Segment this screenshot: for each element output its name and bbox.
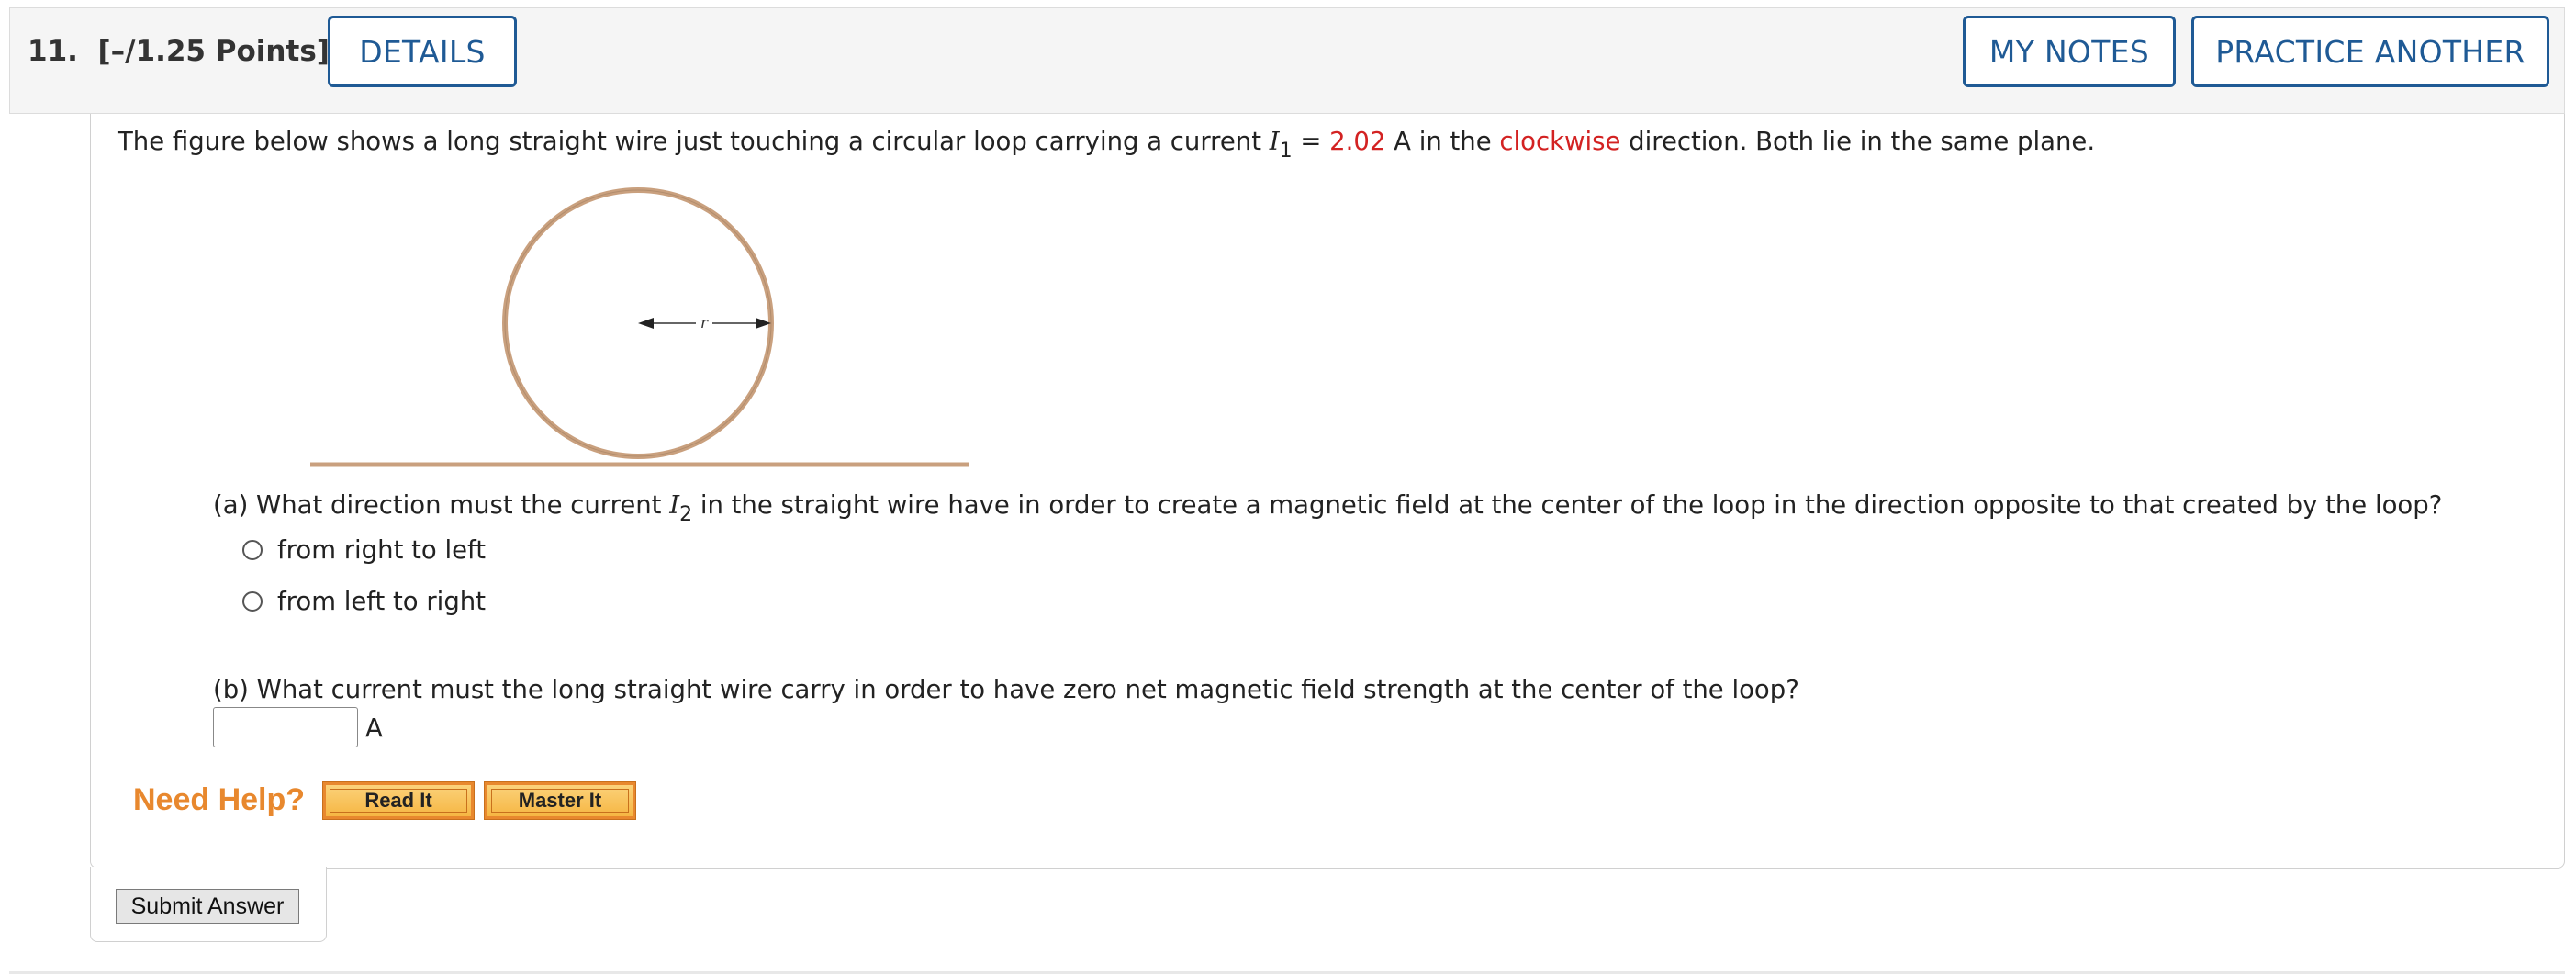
question-number: 11. [28, 35, 78, 68]
divider [9, 971, 2565, 974]
intro-equals: = [1292, 127, 1330, 156]
loop-wire-figure: r [310, 187, 969, 467]
practice-another-button[interactable]: PRACTICE ANOTHER [2191, 16, 2549, 87]
part-a-question: (a) What direction must the current I2 i… [213, 490, 2443, 526]
radius-label: r [700, 314, 709, 332]
option-label: from right to left [277, 535, 486, 565]
current-2-subscript: 2 [679, 503, 693, 526]
need-help-label: Need Help? [133, 782, 306, 817]
current-answer-input[interactable] [213, 707, 358, 747]
read-it-button[interactable]: Read It [322, 781, 475, 820]
current-value: 2.02 [1329, 127, 1386, 156]
my-notes-button[interactable]: MY NOTES [1963, 16, 2176, 87]
part-b-question: (b) What current must the long straight … [213, 675, 1799, 704]
details-button[interactable]: DETAILS [328, 16, 517, 87]
current-direction: clockwise [1499, 127, 1621, 156]
part-a-suffix: in the straight wire have in order to cr… [692, 490, 2443, 520]
intro-text-2: A in the [1385, 127, 1500, 156]
option-left-to-right[interactable]: from left to right [242, 587, 486, 616]
current-subscript: 1 [1279, 140, 1293, 163]
radius-arrow: r [638, 314, 771, 332]
option-right-to-left[interactable]: from right to left [242, 535, 486, 565]
intro-text-3: direction. Both lie in the same plane. [1620, 127, 2096, 156]
submit-answer-button[interactable]: Submit Answer [116, 889, 299, 924]
question-title: 11. [–/1.25 Points] [28, 35, 330, 68]
current-variable: I [1269, 127, 1280, 156]
answer-unit: A [365, 713, 383, 743]
question-intro: The figure below shows a long straight w… [118, 127, 2096, 163]
current-2-variable: I [669, 490, 680, 520]
master-it-button[interactable]: Master It [484, 781, 636, 820]
option-label: from left to right [277, 587, 486, 616]
intro-text-1: The figure below shows a long straight w… [118, 127, 1270, 156]
read-it-label: Read It [364, 789, 432, 812]
question-points: [–/1.25 Points] [97, 35, 330, 68]
part-a-prefix: (a) What direction must the current [213, 490, 670, 520]
radio-button[interactable] [242, 591, 263, 612]
master-it-label: Master It [518, 789, 602, 812]
radio-button[interactable] [242, 540, 263, 560]
